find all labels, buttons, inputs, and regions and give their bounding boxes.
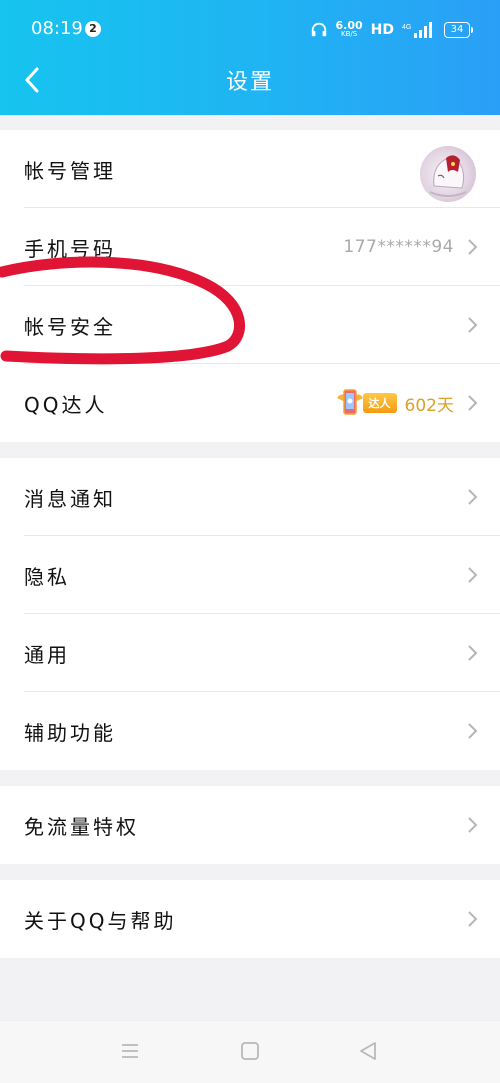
triangle-back-icon[interactable] xyxy=(357,1040,379,1062)
row-label: 免流量特权 xyxy=(24,814,139,839)
hd-indicator: HD xyxy=(370,22,394,38)
message-notification-row[interactable]: 消息通知 xyxy=(0,458,500,536)
daren-days: 602天 xyxy=(404,395,454,416)
phone-number-value: 177******94 xyxy=(343,237,454,257)
about-group: 关于QQ与帮助 xyxy=(0,880,500,958)
status-icons: 6.00 KB/S HD 4G 34 xyxy=(310,17,473,43)
battery-icon: 34 xyxy=(444,22,473,38)
general-row[interactable]: 通用 xyxy=(0,614,500,692)
row-label: 辅助功能 xyxy=(24,720,116,745)
signal-icon: 4G xyxy=(402,22,432,38)
privacy-row[interactable]: 隐私 xyxy=(0,536,500,614)
headset-icon xyxy=(311,22,326,37)
row-label: 关于QQ与帮助 xyxy=(24,908,177,933)
account-security-row[interactable]: 帐号安全 xyxy=(0,286,500,364)
status-bar: 08:19 2 6.00 KB/S HD 4G 34 xyxy=(0,0,500,60)
free-data-group: 免流量特权 xyxy=(0,786,500,864)
row-label: QQ达人 xyxy=(24,392,108,417)
row-label: 隐私 xyxy=(24,564,70,589)
chevron-right-icon xyxy=(468,489,478,505)
general-settings-group: 消息通知 隐私 通用 辅助功能 xyxy=(0,458,500,770)
page-title: 设置 xyxy=(225,70,274,95)
phone-number-row[interactable]: 手机号码 177******94 xyxy=(0,208,500,286)
network-speed-value: 6.00 xyxy=(335,19,363,32)
winged-phone-icon xyxy=(336,389,363,415)
account-group: 帐号管理 手机号码 177******94 帐号安全 QQ达人 达人 602天 xyxy=(0,130,500,442)
avatar xyxy=(420,146,476,202)
free-data-privilege-row[interactable]: 免流量特权 xyxy=(0,786,500,864)
network-speed-unit: KB/S xyxy=(340,30,358,38)
chevron-right-icon xyxy=(468,317,478,333)
notification-count-badge: 2 xyxy=(85,21,101,37)
daren-info: 达人 602天 xyxy=(335,386,454,420)
network-speed: 6.00 KB/S xyxy=(335,19,363,39)
row-label: 消息通知 xyxy=(24,486,116,511)
row-label: 通用 xyxy=(24,642,70,667)
chevron-right-icon xyxy=(468,817,478,833)
system-navigation-bar xyxy=(0,1020,500,1083)
header: 08:19 2 6.00 KB/S HD 4G 34 设置 xyxy=(0,0,500,115)
chevron-right-icon xyxy=(468,239,478,255)
row-label: 帐号管理 xyxy=(24,158,116,183)
qq-daren-row[interactable]: QQ达人 达人 602天 xyxy=(0,364,500,442)
square-icon[interactable] xyxy=(239,1040,261,1062)
daren-badge: 达人 xyxy=(335,386,397,420)
row-label: 手机号码 xyxy=(24,236,116,261)
accessibility-row[interactable]: 辅助功能 xyxy=(0,692,500,770)
about-help-row[interactable]: 关于QQ与帮助 xyxy=(0,880,500,958)
daren-badge-text: 达人 xyxy=(362,393,397,413)
menu-icon[interactable] xyxy=(119,1040,141,1062)
status-time: 08:19 xyxy=(31,18,83,39)
chevron-right-icon xyxy=(468,567,478,583)
network-type: 4G xyxy=(402,24,411,31)
chevron-right-icon xyxy=(468,395,478,411)
account-management-row[interactable]: 帐号管理 xyxy=(0,130,500,208)
avatar-illustration xyxy=(429,155,467,197)
chevron-right-icon xyxy=(468,911,478,927)
chevron-right-icon xyxy=(468,723,478,739)
row-label: 帐号安全 xyxy=(24,314,116,339)
chevron-right-icon xyxy=(468,645,478,661)
